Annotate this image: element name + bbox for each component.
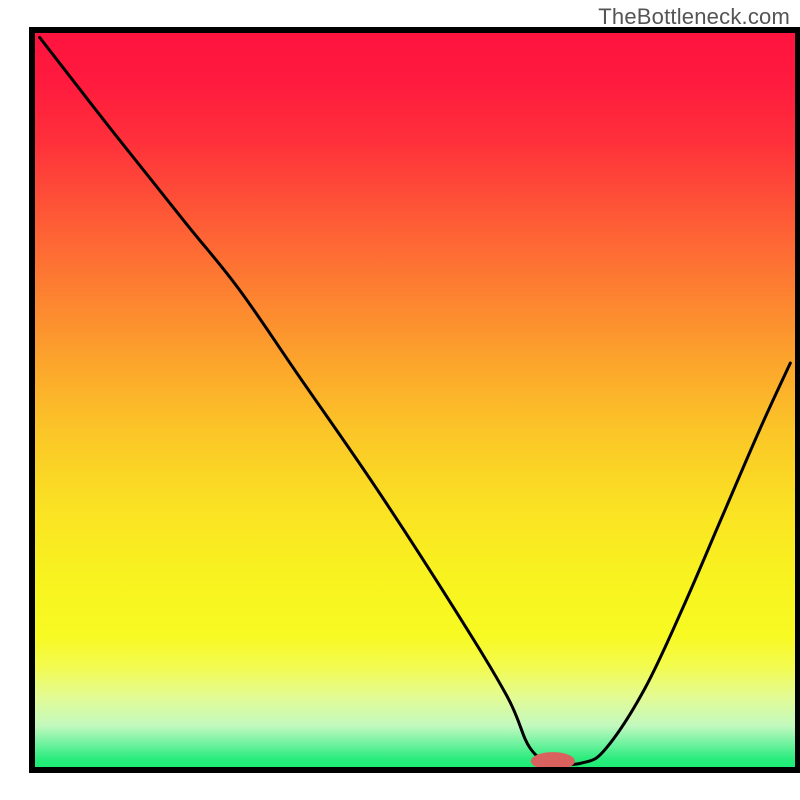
gradient-background	[32, 30, 798, 770]
bottleneck-chart	[0, 0, 800, 800]
watermark-text: TheBottleneck.com	[598, 4, 790, 30]
chart-container: TheBottleneck.com	[0, 0, 800, 800]
